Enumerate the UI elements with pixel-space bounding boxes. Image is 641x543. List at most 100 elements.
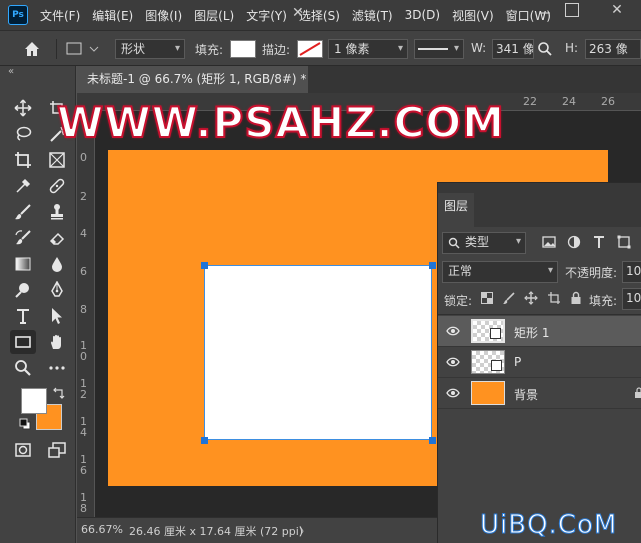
height-input[interactable]: 263 像 xyxy=(585,39,641,59)
pen-tool[interactable] xyxy=(44,278,70,302)
stroke-type-select[interactable]: ▾ xyxy=(414,39,464,59)
more-tools-button[interactable] xyxy=(44,356,70,380)
document-size-info: 26.46 厘米 x 17.64 厘米 (72 ppi) xyxy=(129,525,304,538)
clone-stamp-tool[interactable] xyxy=(44,200,70,224)
hand-tool[interactable] xyxy=(44,330,70,354)
layer-row-p[interactable]: P xyxy=(438,347,641,378)
separator xyxy=(438,314,641,315)
menu-3d[interactable]: 3D(D) xyxy=(405,8,440,22)
swap-colors-button[interactable] xyxy=(52,386,66,400)
shape-mode-select[interactable]: 形状 ▾ xyxy=(115,39,185,59)
lock-artboard-button[interactable] xyxy=(547,291,561,305)
fill-input[interactable]: 100 xyxy=(622,288,641,310)
tool-preset-picker[interactable] xyxy=(66,41,102,57)
document-tab[interactable]: 未标题-1 @ 66.7% (矩形 1, RGB/8#) * xyxy=(77,66,308,93)
ruler-label: 4 xyxy=(80,227,87,240)
swap-arrows-icon xyxy=(53,387,65,399)
menu-filter[interactable]: 滤镜(T) xyxy=(352,7,393,24)
dodge-tool[interactable] xyxy=(10,278,36,302)
stroke-swatch[interactable] xyxy=(297,40,323,58)
photoshop-logo[interactable]: Ps xyxy=(8,5,28,25)
screen-mode-button[interactable] xyxy=(44,438,70,462)
transform-handle-bottom-right[interactable] xyxy=(429,437,436,444)
zoom-tool[interactable] xyxy=(10,356,36,380)
transform-handle-top-right[interactable] xyxy=(429,262,436,269)
menu-type[interactable]: 文字(Y) xyxy=(246,7,287,24)
lock-image-button[interactable] xyxy=(502,291,516,305)
gradient-tool[interactable] xyxy=(10,252,36,276)
close-window-button[interactable]: ✕ xyxy=(602,3,632,17)
frame-tool[interactable] xyxy=(44,148,70,172)
width-input[interactable]: 341 像 xyxy=(492,39,534,59)
ruler-label: 1 8 xyxy=(80,491,87,515)
lasso-tool[interactable] xyxy=(10,122,36,146)
layers-tab[interactable]: 图层 xyxy=(438,193,474,227)
home-button[interactable] xyxy=(22,39,42,59)
spot-healing-tool[interactable] xyxy=(44,174,70,198)
close-document-button[interactable]: ✕ xyxy=(292,5,304,21)
eye-icon[interactable] xyxy=(446,325,460,337)
crop-tool[interactable] xyxy=(10,148,36,172)
layer-row-background[interactable]: 背景 xyxy=(438,378,641,409)
fill-swatch[interactable] xyxy=(230,40,256,58)
chevron-down-icon: ▾ xyxy=(453,43,459,54)
default-colors-button[interactable] xyxy=(19,418,31,430)
layer-name[interactable]: P xyxy=(514,355,521,369)
layer-row-rectangle-1[interactable]: 矩形 1 xyxy=(438,316,641,347)
eye-icon[interactable] xyxy=(446,387,460,399)
blend-mode-select[interactable]: 正常 ▾ xyxy=(442,261,558,283)
lock-all-button[interactable] xyxy=(569,291,583,305)
link-dimensions-button[interactable] xyxy=(537,41,553,57)
search-icon xyxy=(538,42,552,56)
menu-view[interactable]: 视图(V) xyxy=(452,7,494,24)
menu-layer[interactable]: 图层(L) xyxy=(194,7,234,24)
ruler-label: 24 xyxy=(562,95,576,108)
filter-pixel-button[interactable] xyxy=(541,234,557,250)
transform-handle-top-left[interactable] xyxy=(201,262,208,269)
brush-tool[interactable] xyxy=(10,200,36,224)
lock-icon xyxy=(635,387,641,398)
eyedropper-tool[interactable] xyxy=(10,174,36,198)
history-brush-tool[interactable] xyxy=(10,226,36,250)
maximize-button[interactable] xyxy=(565,3,579,17)
menu-file[interactable]: 文件(F) xyxy=(40,7,80,24)
filter-shape-button[interactable] xyxy=(616,234,632,250)
type-tool[interactable] xyxy=(10,304,36,328)
menu-image[interactable]: 图像(I) xyxy=(145,7,182,24)
rectangle-tool[interactable] xyxy=(10,330,36,354)
menu-bar: Ps 文件(F) 编辑(E) 图像(I) 图层(L) 文字(Y) 选择(S) 滤… xyxy=(0,0,641,30)
path-selection-tool[interactable] xyxy=(44,304,70,328)
filter-adjustment-button[interactable] xyxy=(566,234,582,250)
lock-position-button[interactable] xyxy=(524,291,538,305)
height-label: H: xyxy=(565,41,579,55)
quick-mask-button[interactable] xyxy=(10,438,36,462)
layer-name[interactable]: 矩形 1 xyxy=(514,324,549,341)
options-bar: 形状 ▾ 填充: 描边: 1 像素 ▾ ▾ W: 341 像 H: 263 像 xyxy=(0,30,641,66)
transform-handle-bottom-left[interactable] xyxy=(201,437,208,444)
fill-label: 填充: xyxy=(195,43,224,57)
zoom-level[interactable]: 66.67% xyxy=(81,523,123,536)
layer-filter-select[interactable]: 类型 ▾ xyxy=(442,232,526,254)
eraser-tool[interactable] xyxy=(44,226,70,250)
layers-panel: 图层 类型 ▾ 正常 ▾ 不透明度: 100 锁定: 填充: 100 xyxy=(437,182,641,543)
lock-transparent-button[interactable] xyxy=(481,292,493,304)
ruler-label: 26 xyxy=(601,95,615,108)
minimize-button[interactable] xyxy=(538,3,552,17)
vertical-ruler[interactable]: 0 2 4 6 8 1 0 1 2 1 4 1 6 1 8 xyxy=(77,111,95,517)
filter-type-button[interactable] xyxy=(591,234,607,250)
foreground-color-swatch[interactable] xyxy=(21,388,47,414)
menu-select[interactable]: 选择(S) xyxy=(299,7,340,24)
blur-tool[interactable] xyxy=(44,252,70,276)
opacity-input[interactable]: 100 xyxy=(622,261,641,283)
stroke-width-select[interactable]: 1 像素 ▾ xyxy=(328,39,408,59)
rectangle-shape[interactable] xyxy=(204,265,432,440)
opacity-label: 不透明度: xyxy=(565,266,618,280)
move-tool[interactable] xyxy=(10,96,36,120)
collapse-panel-icon[interactable]: « xyxy=(8,66,14,77)
menu-edit[interactable]: 编辑(E) xyxy=(92,7,133,24)
ruler-label: 22 xyxy=(523,95,537,108)
eye-icon[interactable] xyxy=(446,356,460,368)
layer-name[interactable]: 背景 xyxy=(514,386,538,403)
no-stroke-icon xyxy=(299,42,321,56)
status-menu-arrow[interactable]: 〉 xyxy=(299,523,310,539)
